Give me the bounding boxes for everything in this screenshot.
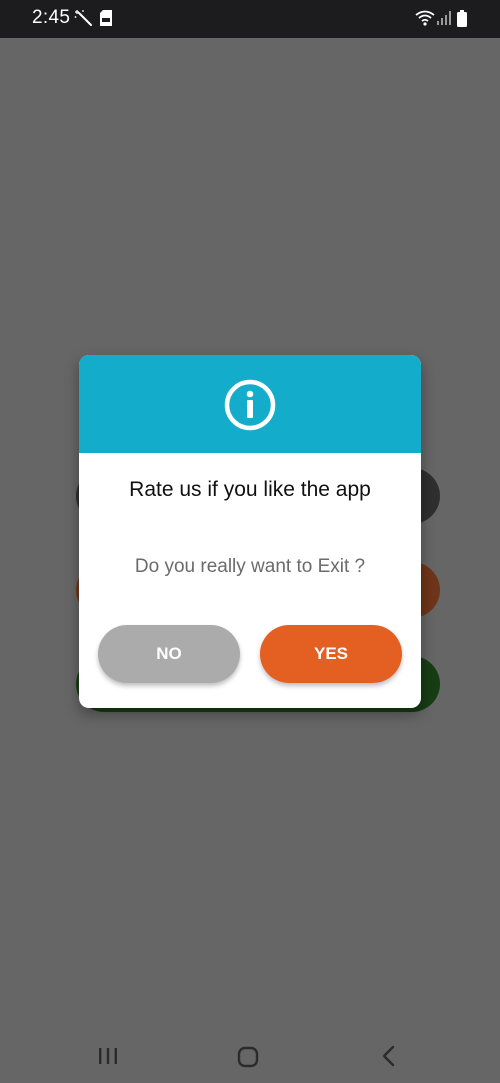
dialog-header: [79, 355, 421, 453]
back-icon[interactable]: [380, 1045, 398, 1072]
battery-icon: [457, 10, 467, 32]
dialog-message: Do you really want to Exit ?: [134, 556, 366, 577]
recents-icon[interactable]: [98, 1046, 118, 1071]
screen: 2:45 Rate us if you like the app Do you …: [0, 0, 500, 1083]
exit-dialog: Rate us if you like the app Do you reall…: [79, 355, 421, 708]
navigation-bar: [0, 1030, 500, 1083]
status-bar: 2:45: [0, 0, 500, 38]
magic-wand-icon: [74, 9, 94, 32]
status-time: 2:45: [32, 7, 71, 28]
wifi-icon: [415, 10, 435, 31]
home-icon[interactable]: [237, 1046, 259, 1073]
signal-icon: [437, 11, 453, 30]
sd-card-icon: [100, 10, 112, 31]
dialog-title: Rate us if you like the app: [129, 478, 371, 501]
no-button[interactable]: NO: [98, 625, 240, 683]
yes-button[interactable]: YES: [260, 625, 402, 683]
info-icon: [224, 379, 276, 431]
